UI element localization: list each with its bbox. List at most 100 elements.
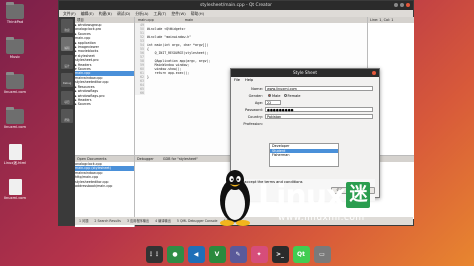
desktop-icon[interactable]: linuxmi.com [2,72,28,94]
output-tab[interactable]: 1 问题 [79,217,88,225]
qt-window-title: stylesheet/main.cpp - Qt Creator [200,3,272,8]
close-icon[interactable] [406,3,410,7]
female-label: Female [287,93,301,98]
folder-icon [6,2,24,19]
dialog-title-bar[interactable]: Style Sheet [231,69,379,77]
password-label: Password: [245,107,263,112]
file-icon [8,179,22,195]
qt-menu-item[interactable]: 调试(D) [117,10,130,17]
dock: ⋮⋮ ● ◀ V ✎ ✦ >_ Qt ▭ [106,243,370,266]
desktop-icon-label: linuxmi.com [4,90,26,94]
qt-menu-item[interactable]: 分析(A) [135,10,148,17]
desktop-icon-label: ThinkPad [6,20,24,24]
tux-penguin-icon [220,170,250,226]
vim-icon[interactable]: V [208,246,226,263]
mode-button[interactable]: 帮助 [61,109,73,123]
linuxmi-watermark: Linux 迷 www.linuxmi.com [258,179,408,223]
name-label: Name: [251,86,263,91]
name-field[interactable]: www.linuxmi.com [265,86,373,91]
debugger-tab[interactable]: Debugger [137,157,154,161]
profession-list[interactable]: Developer Student Fisherman [269,143,339,167]
desktop-icon-label: linuxmi.com [4,125,26,129]
minimize-icon[interactable] [394,3,398,7]
qt-menu-item[interactable]: 编辑(E) [81,10,94,17]
country-row: Country: Pakistan [235,113,375,120]
password-row: Password: ●●●●●●●●● [235,106,375,113]
editor-icon[interactable]: ✎ [229,246,247,263]
output-tab[interactable]: 3 应用程序输出 [127,217,149,225]
files-icon[interactable]: ▭ [313,246,331,263]
mode-selector: 欢迎编辑设计 Debug 项目帮助 [59,17,75,225]
open-documents-list: analogclock.cpp main.cpp (stylesheet) main… [75,162,134,188]
project-tree: ▸ windowsgroup analogclock.pro ▸ Sources… [75,23,134,107]
folder-icon [6,107,24,124]
desktop-icon[interactable]: Linux迷.html [2,144,28,166]
projects-pane: 项目 ▸ windowsgroup analogclock.pro ▸ Sour… [75,17,135,155]
code-line[interactable]: int main(int argc, char *argv[]) [147,43,210,47]
gender-label: Gender: [248,93,263,98]
male-label: Male [272,93,281,98]
line-number: 66 [139,91,144,95]
output-tab[interactable]: 5 QML Debugger Console [177,217,218,225]
female-radio[interactable] [283,94,287,97]
line-info: Line: 1, Col: 1 [368,17,414,23]
desktop-icon-label: linuxmi.com [4,196,26,200]
country-combo[interactable]: Pakistan [265,114,373,119]
mode-button[interactable]: Debug [61,73,73,87]
output-tab[interactable]: 4 编译输出 [155,217,171,225]
logo-cn: 迷 [346,182,371,208]
terminal-icon[interactable]: >_ [271,246,289,263]
age-label: Age: [254,100,263,105]
male-radio[interactable] [268,94,271,97]
gender-row: Gender: Male Female [235,92,375,99]
output-tab[interactable]: 2 Search Results [94,217,121,225]
qt-menu-item[interactable]: 文件(F) [63,10,76,17]
name-row: Name: www.linuxmi.com [235,85,375,92]
editor-function-combo[interactable]: main [185,18,193,22]
line-number-gutter: 49 50 51 52 53 54 55 56 57 58 59 60 61 62 63 64 65 66 [135,23,145,95]
desktop-icon-label: Linux迷.html [3,161,27,165]
desktop-icon-label: Music [9,55,21,59]
vscode-icon[interactable]: ◀ [187,246,205,263]
qt-menu-item[interactable]: 构建(B) [99,10,112,17]
mode-button[interactable]: 设计 [61,55,73,69]
profession-label: Profession: [243,121,263,126]
maximize-icon[interactable] [400,3,404,7]
password-field[interactable]: ●●●●●●●●● [265,107,373,112]
qtcreator-icon[interactable]: Qt [292,246,310,263]
code-line[interactable]: Q_INIT_RESOURCE(stylesheet); [147,51,210,55]
editor-tab[interactable]: main.cpp [138,18,154,22]
dialog-close-icon[interactable] [372,71,376,75]
chrome-icon[interactable]: ● [166,246,184,263]
profession-item[interactable]: Fisherman [270,153,338,158]
profession-row: Profession: [235,120,375,127]
window-controls [394,3,410,7]
qt-menu-item[interactable]: 工具(T) [154,10,167,17]
apps-grid-icon[interactable]: ⋮⋮ [145,246,163,263]
code-text[interactable]: #include <QtWidgets> #include "mainwindo… [145,23,210,95]
open-document-item[interactable]: addressbook/main.cpp [75,184,134,188]
dialog-form: Name: www.linuxmi.com Gender: Male Femal… [231,83,379,201]
mode-button[interactable]: 编辑 [61,37,73,51]
desktop-icon[interactable]: ThinkPad [2,2,28,24]
logo-url: www.linuxmi.com [278,213,365,223]
desktop-icon[interactable]: linuxmi.com [2,107,28,129]
age-spinbox[interactable]: 22 [265,100,281,105]
debugger-sub-tab[interactable]: GDB for "stylesheet" [163,157,198,161]
code-line[interactable] [147,91,210,95]
age-row: Age: 22 [235,99,375,106]
tree-item[interactable]: ▸ Sources [75,102,134,106]
desktop-icon[interactable]: Music [2,37,28,59]
folder-icon [6,72,24,89]
mode-button[interactable]: 项目 [61,91,73,105]
qt-title-bar[interactable]: stylesheet/main.cpp - Qt Creator [59,1,413,10]
folder-icon [6,37,24,54]
logo-text: Linux [258,179,345,214]
qt-menu-item[interactable]: 帮助(H) [191,10,204,17]
qt-menubar: 文件(F) 编辑(E) 构建(B) 调试(D) 分析(A) 工具(T) 控件(W) 帮助(H) [59,10,413,17]
file-icon [8,144,22,160]
qt-menu-item[interactable]: 控件(W) [171,10,185,17]
desktop-icon[interactable]: linuxmi.com [2,179,28,200]
paint-icon[interactable]: ✦ [250,246,268,263]
mode-button[interactable]: 欢迎 [61,19,73,33]
